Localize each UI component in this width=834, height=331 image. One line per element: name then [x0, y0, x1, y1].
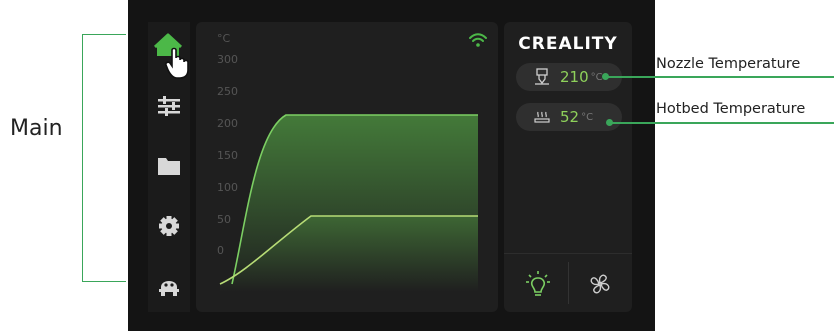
sidebar-item-robot[interactable] [148, 266, 190, 306]
hotbed-temperature-value: 52 [560, 108, 580, 126]
folder-icon [158, 158, 180, 175]
robot-icon [159, 281, 179, 296]
main-annotation-label: Main [10, 116, 63, 141]
nozzle-callout-line [650, 76, 834, 78]
hotbed-callout-line [650, 122, 834, 124]
light-toggle-button[interactable] [508, 262, 568, 306]
fan-toggle-button[interactable] [570, 262, 630, 306]
nozzle-callout-line [606, 76, 650, 78]
hotbed-icon [534, 110, 556, 124]
sidebar [148, 22, 190, 312]
sidebar-item-controls[interactable] [148, 86, 190, 126]
gear-icon [159, 216, 179, 236]
status-panel: CREALITY 210 °C 52 °C [504, 22, 632, 312]
hotbed-temperature-pill[interactable]: 52 °C [516, 103, 622, 131]
panel-divider [504, 253, 632, 254]
hotbed-temperature-unit: °C [581, 111, 594, 123]
nozzle-callout-label: Nozzle Temperature [656, 56, 801, 72]
nozzle-temperature-unit: °C [590, 71, 603, 83]
temperature-chart-panel: °C 300 250 200 150 100 50 0 [196, 22, 498, 312]
nozzle-icon [534, 68, 556, 86]
hotbed-callout-line [610, 122, 650, 124]
brand-logo: CREALITY [518, 34, 618, 54]
nozzle-temperature-value: 210 [560, 68, 589, 86]
light-bulb-icon [526, 271, 550, 296]
sidebar-item-settings[interactable] [148, 206, 190, 246]
sidebar-item-files[interactable] [148, 146, 190, 186]
sliders-icon [158, 96, 180, 116]
main-annotation-bracket [82, 34, 126, 282]
temperature-chart [219, 114, 478, 292]
button-divider [568, 262, 569, 304]
fan-icon [590, 274, 610, 294]
sidebar-item-home[interactable] [148, 28, 190, 79]
home-icon [153, 33, 189, 79]
hotbed-callout-label: Hotbed Temperature [656, 101, 806, 117]
